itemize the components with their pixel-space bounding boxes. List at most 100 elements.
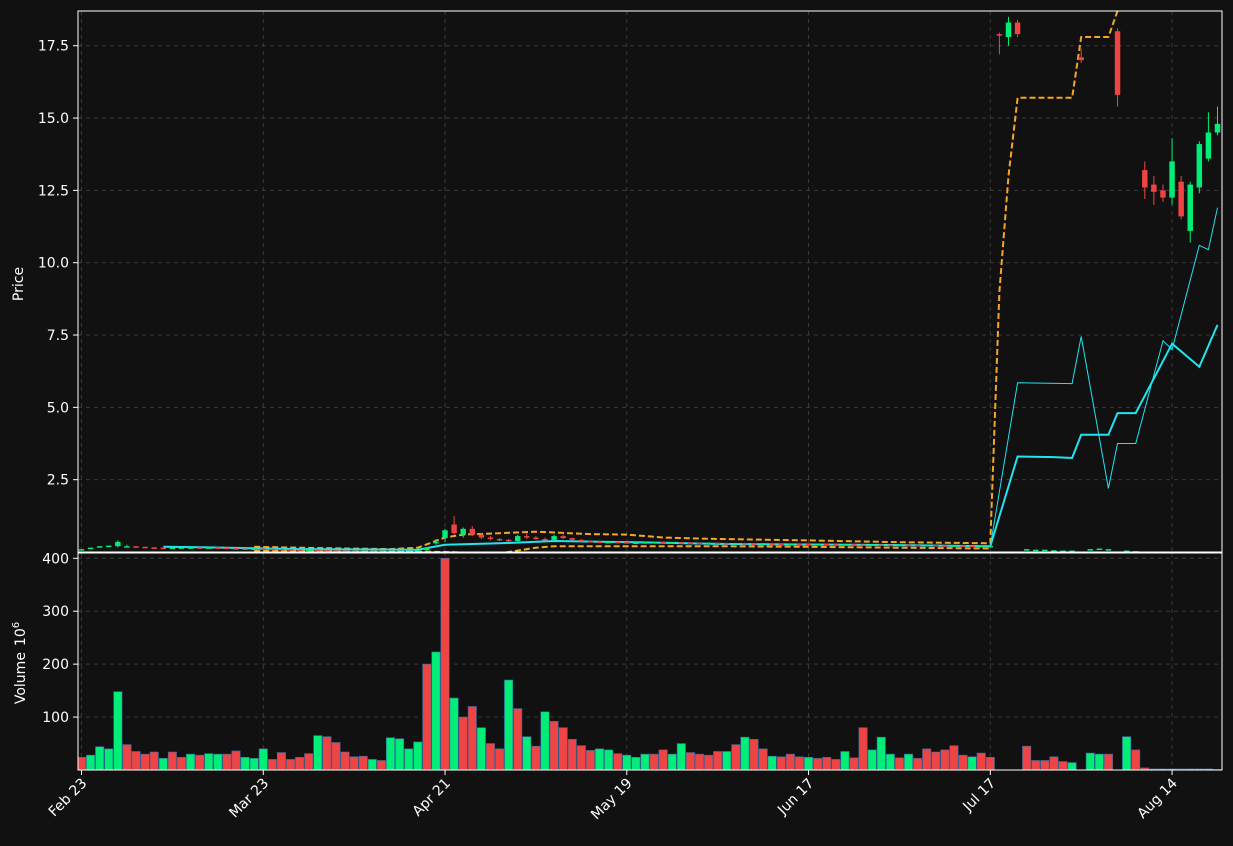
- candle-body: [923, 545, 930, 547]
- volume-bar: [104, 748, 114, 770]
- volume-bar: [431, 651, 441, 770]
- volume-bar: [276, 752, 286, 770]
- volume-bar: [204, 753, 214, 770]
- candle-body: [1151, 184, 1157, 192]
- candle-body: [614, 541, 621, 544]
- candle-body: [951, 545, 957, 547]
- candle-body: [433, 541, 439, 544]
- volume-bar: [186, 753, 196, 770]
- volume-bar: [885, 753, 895, 770]
- candle-body: [505, 539, 512, 542]
- volume-bar: [822, 756, 832, 770]
- candle-body: [805, 543, 812, 546]
- candle-body: [251, 548, 257, 551]
- candle-body: [560, 536, 566, 539]
- volume-bar: [86, 754, 96, 770]
- candle-body: [460, 528, 466, 535]
- volume-bar: [704, 754, 714, 770]
- candle-body: [887, 544, 894, 547]
- volume-bar: [767, 755, 777, 770]
- candle-body: [124, 546, 130, 548]
- volume-axis-label-name: Volume: [13, 652, 29, 704]
- volume-bar: [240, 756, 250, 770]
- candle-body: [1042, 549, 1048, 552]
- candle-body: [260, 548, 266, 551]
- candle-body: [605, 541, 612, 544]
- candle-body: [151, 547, 157, 549]
- volume-bar: [495, 748, 505, 770]
- volume-bar: [894, 757, 904, 770]
- candle-body: [469, 528, 476, 535]
- volume-bar: [849, 757, 859, 770]
- candle-body: [324, 549, 330, 552]
- candle-body: [1205, 132, 1212, 159]
- candle-body: [1114, 31, 1121, 95]
- volume-bar: [78, 756, 86, 770]
- volume-bar: [813, 758, 823, 770]
- volume-bar: [1122, 736, 1132, 770]
- volume-bar: [1022, 745, 1032, 770]
- candle-body: [942, 545, 948, 547]
- volume-bar: [585, 750, 595, 770]
- candle-body: [814, 543, 821, 546]
- volume-tick-label: 400: [42, 551, 69, 567]
- candle-body: [1033, 549, 1039, 552]
- volume-bar: [722, 751, 732, 770]
- candle-body: [551, 536, 557, 540]
- volume-bar: [858, 727, 868, 770]
- candle-body: [596, 541, 603, 544]
- candle-body: [133, 546, 139, 548]
- volume-bar: [522, 736, 532, 770]
- volume-bar: [504, 679, 514, 770]
- volume-bar: [1131, 749, 1141, 770]
- candle-body: [633, 542, 639, 544]
- volume-bar: [286, 759, 296, 770]
- volume-bar: [122, 744, 132, 770]
- candle-body: [714, 542, 721, 545]
- volume-bar: [622, 754, 632, 770]
- volume-bar: [1103, 753, 1113, 770]
- candle-body: [869, 544, 875, 546]
- candle-body: [742, 543, 748, 545]
- candle-body: [451, 524, 457, 534]
- volume-bar: [95, 746, 105, 770]
- candle-body: [487, 537, 494, 540]
- candle-body: [969, 545, 975, 548]
- candle-body: [287, 549, 294, 551]
- volume-tick-label: 300: [42, 604, 69, 620]
- x-tick-label: Apr 21: [410, 776, 454, 820]
- stock-chart: 2.5 5.0 7.5 10.0 12.5 15.0 17.5 100 200 300 400 Fe…: [11, 10, 1223, 824]
- candle-body: [705, 542, 712, 545]
- x-tick-label: Jun 17: [774, 776, 817, 819]
- candle-body: [1160, 190, 1166, 198]
- volume-bar: [1067, 762, 1077, 770]
- candle-body: [787, 543, 794, 546]
- candle-body: [78, 549, 85, 551]
- volume-bar: [949, 745, 959, 770]
- candle-body: [1142, 170, 1148, 188]
- volume-bar: [213, 753, 223, 770]
- x-tick-label: May 19: [588, 776, 636, 824]
- volume-bar: [149, 751, 159, 770]
- candle-body: [442, 530, 448, 538]
- candle-body: [305, 549, 312, 552]
- candle-body: [187, 547, 194, 549]
- candle-body: [678, 542, 685, 544]
- candle-body: [724, 543, 730, 545]
- volume-bar: [113, 691, 123, 770]
- candle-body: [96, 546, 103, 548]
- candle-body: [624, 542, 630, 544]
- volume-bar: [958, 754, 968, 770]
- volume-bar: [749, 739, 759, 770]
- volume-bar: [249, 758, 259, 770]
- candle-body: [142, 546, 148, 549]
- volume-panel: 100 200 300 400 Feb 23 Mar 23 Apr 21 May 19 Jun …: [42, 551, 1223, 824]
- volume-bar: [549, 721, 559, 770]
- volume-bar: [485, 743, 495, 770]
- candle-body: [296, 549, 303, 552]
- volume-bar: [904, 753, 913, 770]
- candle-body: [569, 538, 575, 540]
- x-tick-label: Aug 14: [1134, 775, 1180, 821]
- price-tick-label: 17.5: [38, 39, 69, 55]
- volume-bar: [695, 753, 704, 770]
